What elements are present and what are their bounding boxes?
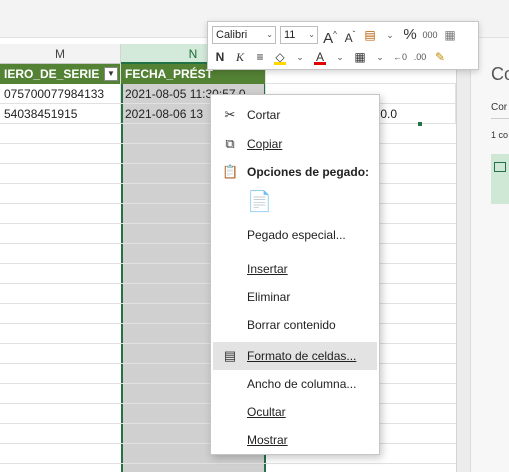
menu-item-label: Ancho de columna... [247, 377, 357, 391]
task-pane-divider [491, 118, 509, 119]
bold-button[interactable]: N [212, 48, 228, 66]
align-center-icon[interactable]: ≡ [252, 48, 268, 66]
chevron-down-icon: ⌄ [266, 30, 273, 39]
copy-icon: ⧉ [225, 136, 235, 151]
italic-button[interactable]: K [232, 48, 248, 66]
paste-clipboard-icon: 📄 [247, 191, 272, 213]
menu-item-label: Formato de celdas... [247, 349, 357, 363]
menu-item-copy[interactable]: ⧉ Copiar [213, 130, 377, 158]
menu-item-delete[interactable]: Eliminar [213, 283, 377, 311]
chevron-down-icon[interactable]: ⌄ [292, 48, 308, 66]
menu-item-label: Copiar [247, 137, 283, 151]
menu-item-cut[interactable]: ✂ Cortar [213, 101, 377, 129]
table-icon [494, 162, 506, 172]
paste-button[interactable]: 📄 [239, 190, 279, 222]
grow-font-button[interactable]: A^ [322, 26, 338, 47]
column-header-m[interactable]: M [0, 44, 121, 64]
menu-item-label: Mostrar [247, 433, 288, 447]
context-menu: ✂ Cortar ⧉ Copiar 📋 Opciones de pegado: … [210, 94, 380, 455]
mini-format-toolbar: Calibri ⌄ 11 ⌄ A^ Aˇ ▤ ⌄ % 000 ▦ N K ≡ ◇… [207, 21, 479, 70]
clipboard-icon: 📋 [222, 164, 239, 179]
menu-item-hide[interactable]: Ocultar [213, 398, 377, 426]
decrease-decimal-icon[interactable]: .00 [412, 48, 428, 66]
menu-item-label: Eliminar [247, 290, 291, 304]
menu-item-clear-contents[interactable]: Borrar contenido [213, 311, 377, 339]
accounting-format-icon[interactable]: ▦ [442, 26, 458, 44]
menu-item-label: Ocultar [247, 405, 286, 419]
font-name-value: Calibri [216, 29, 248, 41]
chevron-down-icon[interactable]: ⌄ [332, 48, 348, 66]
task-pane-count: 1 co [491, 130, 509, 140]
thousands-separator-button[interactable]: 000 [422, 26, 438, 44]
task-pane-title: Co [491, 64, 509, 84]
scissors-icon: ✂ [224, 107, 236, 122]
header-label-serie: IERO_DE_SERIE [4, 67, 100, 81]
chevron-down-icon[interactable]: ⌄ [372, 48, 388, 66]
menu-item-label: Borrar contenido [247, 318, 336, 332]
format-cells-icon: ▤ [223, 348, 237, 363]
filter-dropdown-icon[interactable]: ▼ [104, 67, 118, 81]
menu-item-label: Insertar [247, 262, 288, 276]
format-painter-icon[interactable]: ✎ [432, 48, 448, 66]
menu-item-format-cells[interactable]: ▤ Formato de celdas... [213, 342, 377, 370]
fill-color-button[interactable]: ◇ [272, 48, 288, 66]
font-color-button[interactable]: A [312, 48, 328, 66]
table-header-cell[interactable]: IERO_DE_SERIE ▼ [0, 64, 121, 84]
cell-styles-button[interactable]: ▤ [362, 26, 378, 44]
percent-style-button[interactable]: % [402, 26, 418, 44]
menu-heading-paste-options: 📋 Opciones de pegado: [213, 158, 377, 186]
menu-item-unhide[interactable]: Mostrar [213, 426, 377, 454]
table-row [0, 464, 456, 472]
task-pane-tab[interactable]: Cor [491, 102, 507, 113]
pane-splitter[interactable] [456, 38, 470, 472]
menu-heading-label: Opciones de pegado: [247, 165, 370, 179]
increase-decimal-icon[interactable]: ←0 [392, 48, 408, 66]
header-label-fecha: FECHA_PRÉST [125, 67, 214, 81]
menu-item-insert[interactable]: Insertar [213, 255, 377, 283]
font-name-select[interactable]: Calibri ⌄ [212, 26, 276, 44]
font-size-select[interactable]: 11 ⌄ [280, 26, 318, 44]
task-pane-card[interactable] [491, 154, 509, 204]
table-cell[interactable]: 54038451915 [0, 104, 121, 124]
borders-icon[interactable]: ▦ [352, 48, 368, 66]
menu-item-label: Pegado especial... [247, 228, 346, 242]
font-size-value: 11 [284, 29, 296, 41]
chevron-down-icon: ⌄ [308, 30, 315, 39]
menu-item-label: Cortar [247, 108, 281, 122]
menu-item-column-width[interactable]: Ancho de columna... [213, 370, 377, 398]
chevron-down-icon[interactable]: ⌄ [382, 26, 398, 44]
task-pane: Co Cor 1 co [470, 38, 509, 472]
table-cell[interactable]: 075700077984133 [0, 84, 121, 104]
menu-item-paste-special[interactable]: Pegado especial... [213, 221, 377, 249]
shrink-font-button[interactable]: Aˇ [342, 26, 358, 45]
